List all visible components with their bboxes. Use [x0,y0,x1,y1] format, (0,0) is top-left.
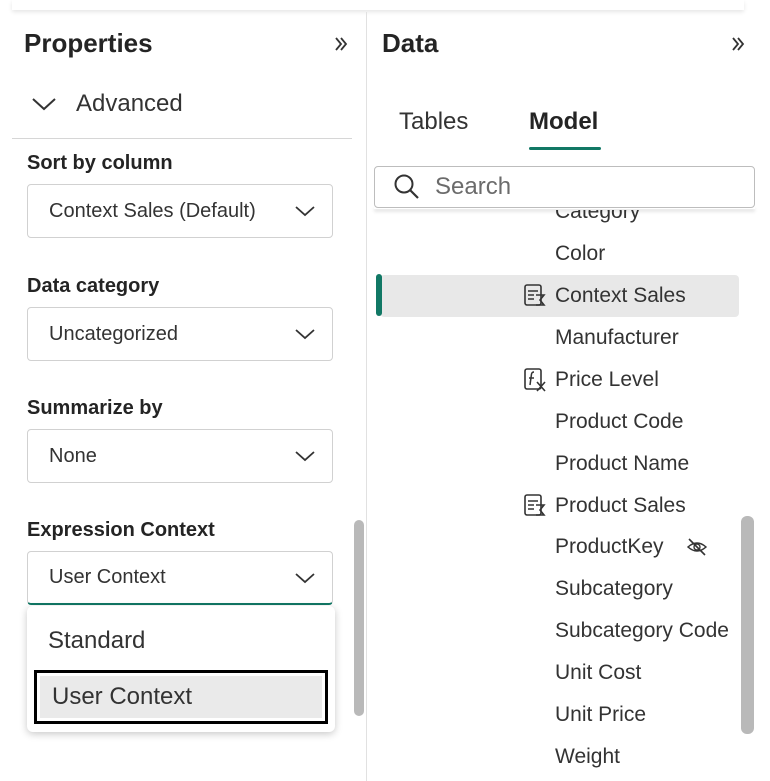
summarize-by-label: Summarize by [27,397,163,419]
expression-context-label: Expression Context [27,519,215,541]
sort-by-dropdown[interactable]: Context Sales (Default) [27,184,333,238]
calc-column-icon [524,494,546,516]
list-item[interactable]: Subcategory Code [368,611,740,651]
section-divider [12,138,352,139]
data-category-label: Data category [27,275,160,297]
list-item[interactable]: Unit Price [368,695,740,735]
list-item[interactable]: Subcategory [368,569,740,609]
list-item[interactable]: Manufacturer [368,318,740,358]
list-item[interactable]: Product Name [368,444,740,484]
advanced-section-toggle[interactable]: Advanced [30,86,183,122]
list-item[interactable]: Price Level [368,360,740,400]
tab-tables[interactable]: Tables [399,108,468,136]
data-category-dropdown[interactable]: Uncategorized [27,307,333,361]
collapse-data-icon[interactable] [726,32,750,56]
data-pane-title: Data [382,28,439,58]
option-user-context[interactable]: User Context [34,670,328,724]
collapse-properties-icon[interactable] [329,32,353,56]
chevron-down-icon [295,206,315,217]
calc-column-icon [524,284,546,306]
chevron-down-icon [32,98,56,111]
list-item[interactable]: Product Sales [368,486,740,526]
chevron-down-icon [295,329,315,340]
expression-context-menu: Standard User Context [27,606,335,732]
list-item[interactable]: Unit Cost [368,653,740,693]
summarize-by-value: None [49,444,97,467]
top-shadow-bar [12,0,744,10]
field-list-scrollbar[interactable] [741,516,754,734]
expression-context-dropdown[interactable]: User Context [27,551,333,605]
search-box[interactable] [374,166,755,208]
hidden-eye-icon [686,538,708,556]
search-icon [394,174,419,199]
tab-model[interactable]: Model [529,108,598,136]
search-shadow [374,205,755,209]
properties-title: Properties [24,28,153,58]
search-input[interactable] [433,172,737,202]
sort-by-value: Context Sales (Default) [49,199,256,222]
list-item[interactable]: Weight [368,737,740,777]
option-standard[interactable]: Standard [35,618,327,664]
chevron-down-icon [295,451,315,462]
data-category-value: Uncategorized [49,322,178,345]
advanced-label: Advanced [76,90,183,117]
chevron-down-icon [295,572,315,583]
list-item[interactable]: Color [368,234,740,274]
list-item-selected[interactable]: Context Sales [380,275,739,317]
properties-scrollbar[interactable] [354,520,364,716]
calc-fx-icon [524,368,546,392]
field-list: Category Color Context Sales Manufacture… [368,210,740,781]
active-tab-indicator [529,147,601,150]
list-item[interactable]: ProductKey [368,527,740,567]
selected-item-indicator [376,274,382,316]
field-name: Category [555,210,641,223]
list-item[interactable]: Product Code [368,402,740,442]
expression-context-value: User Context [49,566,166,588]
summarize-by-dropdown[interactable]: None [27,429,333,483]
sort-by-label: Sort by column [27,152,173,174]
pane-divider [366,12,367,781]
